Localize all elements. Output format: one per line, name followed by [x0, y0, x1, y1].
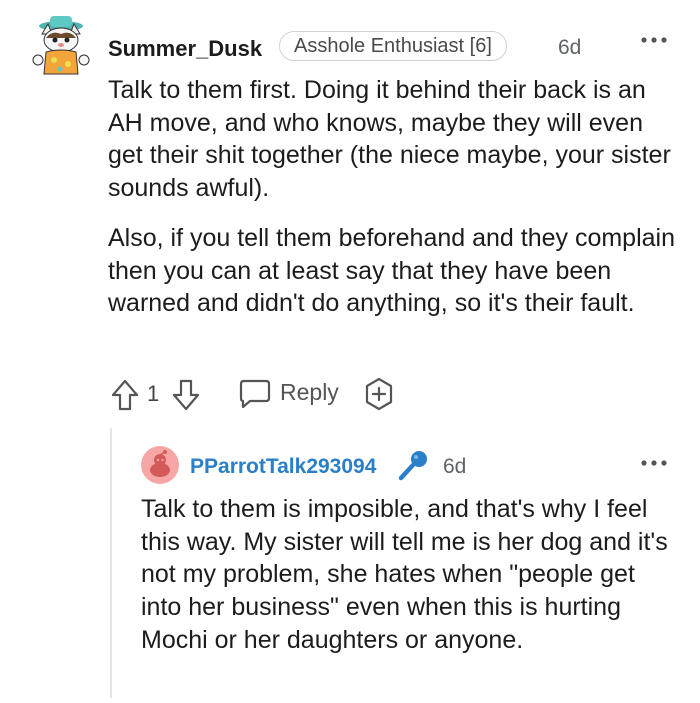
reply-paragraph: Talk to them is imposible, and that's wh…: [141, 495, 668, 654]
comment-paragraph: Talk to them first. Doing it behind thei…: [108, 76, 671, 202]
comment-timestamp: 6d: [558, 36, 582, 59]
more-options-icon[interactable]: [639, 32, 669, 48]
award-icon[interactable]: [362, 377, 396, 411]
default-reddit-avatar-icon: [141, 446, 179, 484]
reply-avatar[interactable]: [141, 446, 179, 484]
vote-count: 1: [147, 381, 160, 406]
downvote-icon[interactable]: [171, 378, 201, 412]
thread-line[interactable]: [110, 428, 112, 698]
more-options-icon[interactable]: [639, 455, 669, 471]
reply-timestamp: 6d: [443, 455, 467, 478]
user-flair-badge: Asshole Enthusiast [6]: [279, 31, 507, 61]
comment-body: Talk to them first. Doing it behind thei…: [108, 74, 678, 320]
comment-paragraph: Also, if you tell them beforehand and th…: [108, 224, 676, 317]
reply-bubble-icon: [238, 378, 272, 410]
reply-label: Reply: [280, 379, 339, 405]
comment-username[interactable]: Summer_Dusk: [108, 36, 262, 62]
microphone-icon: [396, 449, 430, 483]
avatar[interactable]: [30, 12, 92, 78]
upvote-icon[interactable]: [110, 378, 140, 412]
reply-body: Talk to them is imposible, and that's wh…: [141, 493, 681, 657]
reply-username[interactable]: PParrotTalk293094: [190, 455, 376, 479]
cartoon-cat-avatar-icon: [32, 16, 90, 75]
